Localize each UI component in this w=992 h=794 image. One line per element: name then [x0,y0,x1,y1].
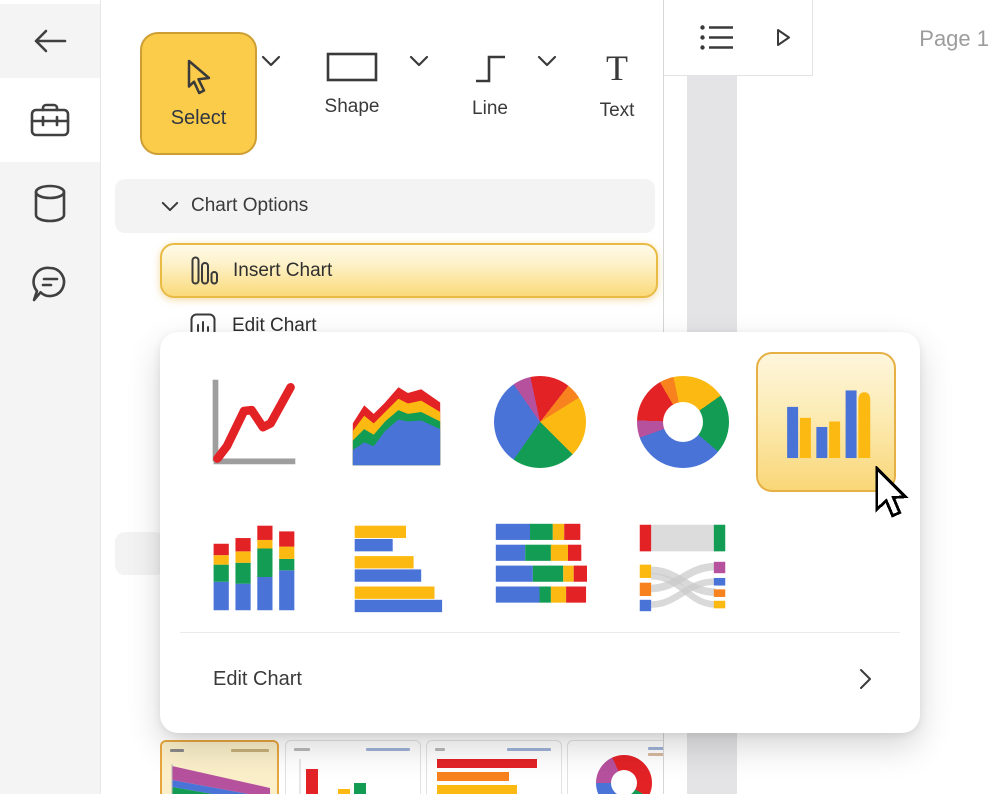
app-sidebar [0,0,101,794]
tile-stacked-column-chart[interactable] [182,492,325,642]
chart-type-grid [160,332,920,642]
grouped-bar-chart-icon [778,374,873,469]
svg-text:T: T [606,52,628,86]
list-icon[interactable] [700,24,734,51]
sidebar-lower [0,162,100,794]
tile-sankey-chart[interactable] [611,492,754,642]
sidebar-item-tools[interactable] [0,78,100,162]
stacked-horizontal-bar-chart-icon [492,520,587,615]
chat-icon [30,264,70,304]
chart-options-section-header[interactable]: Chart Options [115,179,655,233]
section-header-partial [115,532,165,575]
insert-chart-icon [191,256,218,286]
tile-pie-chart[interactable] [468,351,611,492]
canvas-header-tools [664,0,813,76]
tile-grouped-horizontal-bar-chart[interactable] [325,492,468,642]
tile-area-chart[interactable] [325,351,468,492]
insert-chart-label: Insert Chart [233,260,332,282]
text-tool-button[interactable]: T Text [585,52,649,122]
tile-stacked-horizontal-bar-chart[interactable] [468,492,611,642]
toolbox-icon [29,101,71,139]
text-icon: T [600,52,634,86]
select-dropdown-chevron-icon[interactable] [261,55,281,67]
template-thumbnail-donut-chart[interactable] [567,740,663,794]
rectangle-icon [326,52,378,82]
pointer-cursor-icon [872,466,910,518]
shape-tool-button[interactable]: Shape [306,52,398,118]
template-thumbnail-area-chart[interactable] [160,740,279,794]
template-thumbnail-bar-chart[interactable] [426,740,562,794]
area-chart-icon [349,374,444,469]
mouse-cursor [872,466,910,523]
line-chart-icon [206,374,301,469]
select-tool-button[interactable]: Select [140,32,257,155]
sidebar-item-comments[interactable] [0,258,100,310]
database-icon [32,183,68,225]
elbow-line-icon [472,52,508,84]
mini-donut-chart [596,755,652,794]
popup-edit-chart-row[interactable]: Edit Chart [180,632,900,733]
sidebar-item-back[interactable] [0,4,100,78]
shape-dropdown-chevron-icon[interactable] [409,55,429,67]
page-title: Page 1 [919,26,989,52]
line-tool-button[interactable]: Line [455,52,525,120]
insert-chart-button[interactable]: Insert Chart [160,243,658,298]
tile-line-chart[interactable] [182,351,325,492]
grouped-horizontal-bar-chart-icon [349,520,444,615]
cursor-icon [179,57,219,97]
line-dropdown-chevron-icon[interactable] [537,55,557,67]
sankey-chart-icon [635,520,730,615]
donut-chart-icon [637,376,729,468]
tile-donut-chart[interactable] [611,351,754,492]
mini-column-chart [286,755,416,794]
section-collapse-chevron-icon [161,201,179,212]
popup-edit-chart-label: Edit Chart [213,668,302,691]
mini-bar-chart [427,755,557,794]
chevron-right-icon [859,668,872,690]
pie-chart-icon [494,376,586,468]
select-tool-label: Select [171,107,227,130]
insert-chart-popup: Edit Chart [160,332,920,733]
play-icon[interactable] [776,28,791,47]
template-thumbnail-column-chart[interactable] [285,740,421,794]
chart-options-label: Chart Options [191,195,308,217]
text-tool-label: Text [600,100,635,122]
sidebar-item-data[interactable] [0,178,100,230]
stacked-column-chart-icon [206,520,301,615]
back-arrow-icon [32,28,68,54]
shape-tool-label: Shape [325,96,380,118]
mini-area-chart [162,752,277,794]
line-tool-label: Line [472,98,508,120]
